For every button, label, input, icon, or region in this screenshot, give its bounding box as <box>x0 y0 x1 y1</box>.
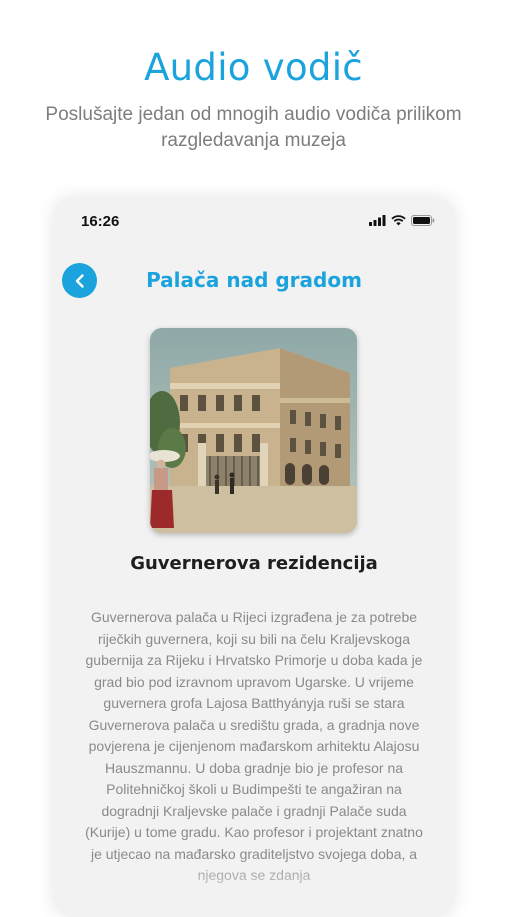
promo-subtitle: Poslušajte jedan od mnogih audio vodiča … <box>45 104 462 151</box>
wifi-icon <box>391 215 406 226</box>
signal-icon <box>369 215 386 226</box>
promo-title: Audio vodič <box>144 46 363 89</box>
screen-title: Palača nad gradom <box>146 268 362 292</box>
battery-icon <box>411 215 435 226</box>
item-title: Guvernerova rezidencija <box>130 553 378 574</box>
phone-mockup: 16:26 Palača nad gradom Guvernerova rezi… <box>53 197 455 917</box>
item-description: Guvernerova palača u Rijeci izgrađena je… <box>85 609 423 883</box>
status-time: 16:26 <box>81 213 120 230</box>
status-icons <box>369 215 435 226</box>
palace-illustration <box>150 328 357 533</box>
palace-photo[interactable] <box>150 328 357 533</box>
bottom-fade <box>53 857 455 917</box>
